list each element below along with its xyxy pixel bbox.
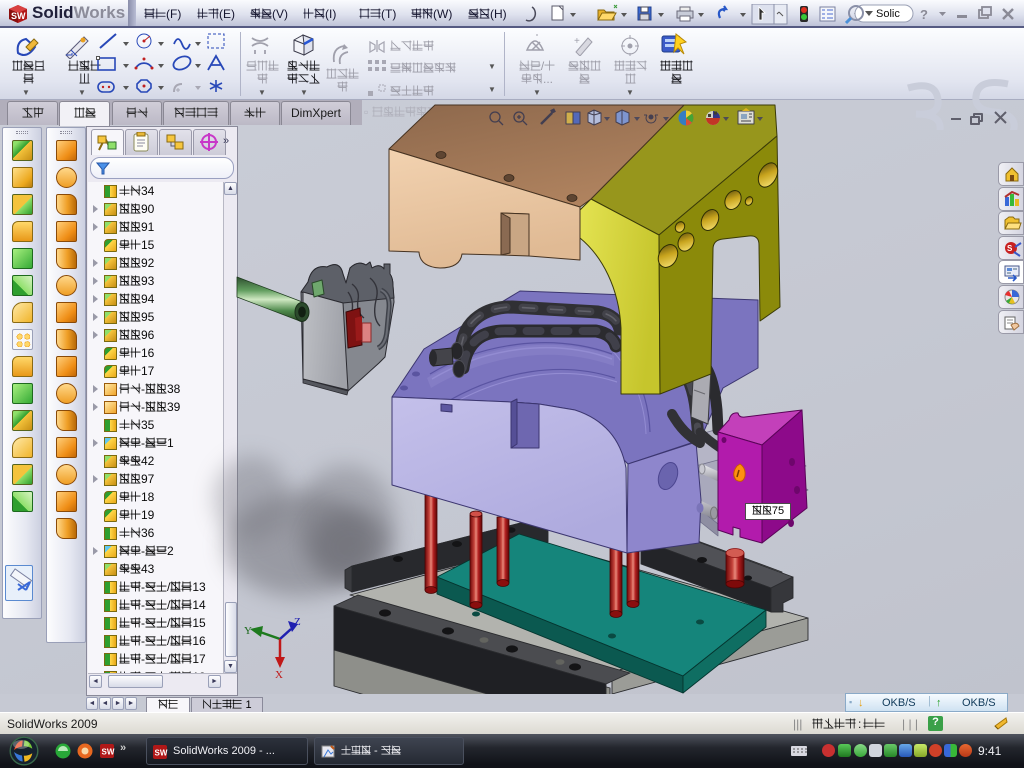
svg-text:S: S xyxy=(1007,244,1013,253)
svg-text:Solic: Solic xyxy=(876,8,900,20)
svg-text:Y: Y xyxy=(244,625,252,637)
svg-text:?: ? xyxy=(920,7,928,22)
svg-text:SW: SW xyxy=(11,11,26,21)
svg-text:SW: SW xyxy=(102,748,115,757)
svg-text:Z: Z xyxy=(294,616,301,628)
svg-text:X: X xyxy=(275,669,283,681)
svg-text:+: + xyxy=(574,36,580,47)
svg-text:SW: SW xyxy=(155,749,168,758)
